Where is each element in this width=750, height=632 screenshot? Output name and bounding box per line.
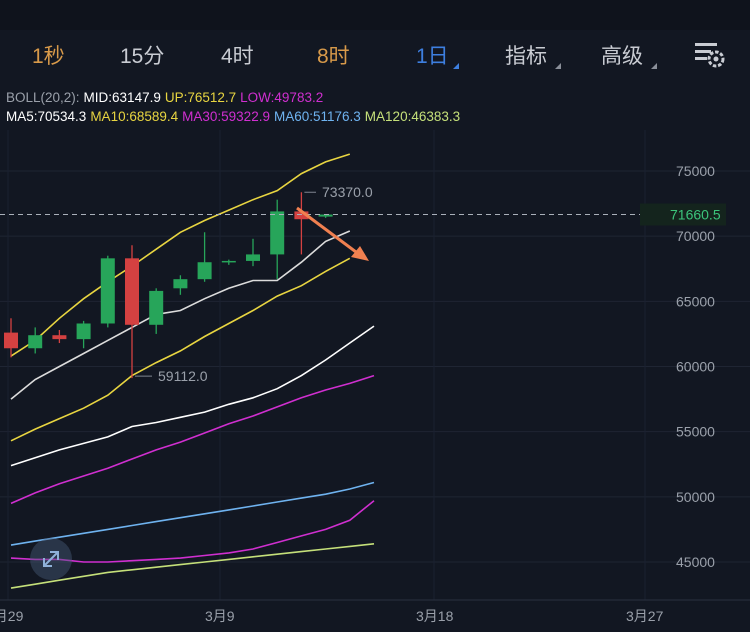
series-line-ma5 [10,325,375,467]
candlestick-chart[interactable]: 75000 70000 65000 60000 55000 50000 45000 2月29 3… [0,0,750,632]
high-price-label: 73370.0 [322,184,373,200]
y-tick-label: 70000 [676,228,715,244]
candle-body [221,260,236,263]
candle-body [173,279,188,289]
candle-body [246,254,260,261]
candle-body [52,335,67,340]
y-tick-label: 45000 [676,554,715,570]
series-line-up [10,153,351,357]
series-line-ma60 [10,481,375,546]
y-tick-label: 55000 [676,424,715,440]
x-tick-label: 3月27 [626,608,664,624]
expand-chart-icon[interactable] [30,538,72,580]
candle-body [28,335,43,349]
trend-arrow-head [351,246,369,261]
series-line-ma30 [10,374,375,505]
y-tick-label: 50000 [676,489,715,505]
candle-body [270,211,285,255]
y-tick-label: 60000 [676,359,715,375]
x-tick-label: 3月9 [205,608,235,624]
x-tick-label: 2月29 [0,608,24,624]
candle-body [76,323,91,340]
candle-body [125,258,139,325]
y-tick-label: 65000 [676,293,715,309]
candle-body [100,258,115,324]
candle-body [197,262,212,280]
x-tick-label: 3月18 [416,608,454,624]
y-tick-label: 75000 [676,163,715,179]
last-price-label: 71660.5 [670,207,721,223]
candle-body [4,332,18,349]
low-price-label: 59112.0 [158,368,208,384]
candle-body [149,290,164,325]
